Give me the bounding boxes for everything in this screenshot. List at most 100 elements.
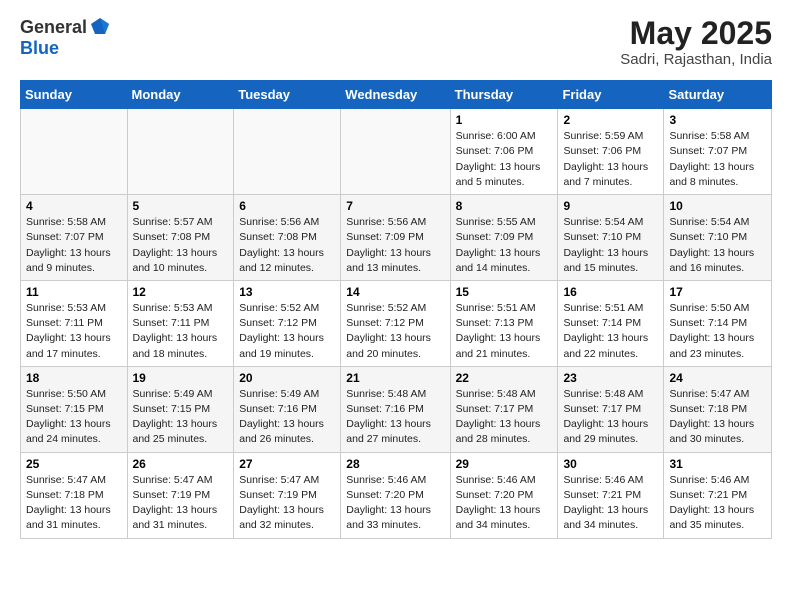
page: General Blue May 2025 Sadri, Rajasthan, … (0, 0, 792, 555)
calendar-table: SundayMondayTuesdayWednesdayThursdayFrid… (20, 80, 772, 538)
cell-details: Sunrise: 5:51 AM Sunset: 7:13 PM Dayligh… (456, 301, 553, 362)
cell-details: Sunrise: 5:53 AM Sunset: 7:11 PM Dayligh… (26, 301, 122, 362)
day-number: 29 (456, 457, 553, 471)
cell-details: Sunrise: 5:48 AM Sunset: 7:17 PM Dayligh… (563, 387, 658, 448)
cell-details: Sunrise: 5:46 AM Sunset: 7:20 PM Dayligh… (346, 473, 444, 534)
calendar-cell: 1 Sunrise: 6:00 AM Sunset: 7:06 PM Daylig… (450, 109, 558, 195)
cell-details: Sunrise: 5:58 AM Sunset: 7:07 PM Dayligh… (669, 129, 766, 190)
logo-general-text: General (20, 17, 87, 38)
day-number: 25 (26, 457, 122, 471)
day-number: 17 (669, 285, 766, 299)
calendar-cell: 25 Sunrise: 5:47 AM Sunset: 7:18 PM Dayli… (21, 452, 128, 538)
col-header-saturday: Saturday (664, 81, 772, 109)
calendar-cell: 30 Sunrise: 5:46 AM Sunset: 7:21 PM Dayli… (558, 452, 664, 538)
cell-details: Sunrise: 5:52 AM Sunset: 7:12 PM Dayligh… (346, 301, 444, 362)
day-number: 19 (133, 371, 229, 385)
day-number: 24 (669, 371, 766, 385)
calendar-cell (127, 109, 234, 195)
col-header-wednesday: Wednesday (341, 81, 450, 109)
cell-details: Sunrise: 5:53 AM Sunset: 7:11 PM Dayligh… (133, 301, 229, 362)
calendar-cell: 12 Sunrise: 5:53 AM Sunset: 7:11 PM Dayli… (127, 280, 234, 366)
calendar-cell: 13 Sunrise: 5:52 AM Sunset: 7:12 PM Dayli… (234, 280, 341, 366)
calendar-cell: 24 Sunrise: 5:47 AM Sunset: 7:18 PM Dayli… (664, 366, 772, 452)
location-subtitle: Sadri, Rajasthan, India (620, 51, 772, 68)
day-number: 11 (26, 285, 122, 299)
calendar-cell: 5Sunrise: 5:57 AM Sunset: 7:08 PM Daylig… (127, 195, 234, 281)
calendar-cell: 16Sunrise: 5:51 AM Sunset: 7:14 PM Dayli… (558, 280, 664, 366)
week-row-5: 25 Sunrise: 5:47 AM Sunset: 7:18 PM Dayli… (21, 452, 772, 538)
cell-details: Sunrise: 5:46 AM Sunset: 7:21 PM Dayligh… (669, 473, 766, 534)
calendar-cell: 20Sunrise: 5:49 AM Sunset: 7:16 PM Dayli… (234, 366, 341, 452)
day-number: 21 (346, 371, 444, 385)
calendar-cell: 28 Sunrise: 5:46 AM Sunset: 7:20 PM Dayli… (341, 452, 450, 538)
day-number: 3 (669, 113, 766, 127)
calendar-cell: 14Sunrise: 5:52 AM Sunset: 7:12 PM Dayli… (341, 280, 450, 366)
day-number: 8 (456, 199, 553, 213)
logo: General Blue (20, 16, 111, 59)
day-number: 10 (669, 199, 766, 213)
calendar-cell: 17 Sunrise: 5:50 AM Sunset: 7:14 PM Dayli… (664, 280, 772, 366)
cell-details: Sunrise: 5:49 AM Sunset: 7:16 PM Dayligh… (239, 387, 335, 448)
calendar-cell: 9Sunrise: 5:54 AM Sunset: 7:10 PM Daylig… (558, 195, 664, 281)
logo-flag-icon (89, 16, 111, 38)
calendar-cell (341, 109, 450, 195)
cell-details: Sunrise: 5:55 AM Sunset: 7:09 PM Dayligh… (456, 215, 553, 276)
calendar-cell: 23 Sunrise: 5:48 AM Sunset: 7:17 PM Dayli… (558, 366, 664, 452)
day-number: 12 (133, 285, 229, 299)
day-number: 28 (346, 457, 444, 471)
cell-details: Sunrise: 5:46 AM Sunset: 7:20 PM Dayligh… (456, 473, 553, 534)
cell-details: Sunrise: 5:47 AM Sunset: 7:19 PM Dayligh… (239, 473, 335, 534)
day-number: 26 (133, 457, 229, 471)
day-number: 4 (26, 199, 122, 213)
day-number: 30 (563, 457, 658, 471)
cell-details: Sunrise: 5:47 AM Sunset: 7:19 PM Dayligh… (133, 473, 229, 534)
day-number: 1 (456, 113, 553, 127)
cell-details: Sunrise: 5:49 AM Sunset: 7:15 PM Dayligh… (133, 387, 229, 448)
cell-details: Sunrise: 5:47 AM Sunset: 7:18 PM Dayligh… (669, 387, 766, 448)
cell-details: Sunrise: 5:56 AM Sunset: 7:09 PM Dayligh… (346, 215, 444, 276)
calendar-cell: 21Sunrise: 5:48 AM Sunset: 7:16 PM Dayli… (341, 366, 450, 452)
cell-details: Sunrise: 5:48 AM Sunset: 7:17 PM Dayligh… (456, 387, 553, 448)
calendar-cell: 3 Sunrise: 5:58 AM Sunset: 7:07 PM Daylig… (664, 109, 772, 195)
calendar-cell: 15Sunrise: 5:51 AM Sunset: 7:13 PM Dayli… (450, 280, 558, 366)
col-header-tuesday: Tuesday (234, 81, 341, 109)
calendar-cell: 27 Sunrise: 5:47 AM Sunset: 7:19 PM Dayli… (234, 452, 341, 538)
page-header: General Blue May 2025 Sadri, Rajasthan, … (20, 16, 772, 68)
title-area: May 2025 Sadri, Rajasthan, India (620, 16, 772, 68)
week-row-1: 1 Sunrise: 6:00 AM Sunset: 7:06 PM Daylig… (21, 109, 772, 195)
day-number: 22 (456, 371, 553, 385)
calendar-cell: 31 Sunrise: 5:46 AM Sunset: 7:21 PM Dayli… (664, 452, 772, 538)
calendar-cell (234, 109, 341, 195)
day-number: 7 (346, 199, 444, 213)
cell-details: Sunrise: 5:50 AM Sunset: 7:15 PM Dayligh… (26, 387, 122, 448)
cell-details: Sunrise: 5:56 AM Sunset: 7:08 PM Dayligh… (239, 215, 335, 276)
day-number: 31 (669, 457, 766, 471)
calendar-cell: 10Sunrise: 5:54 AM Sunset: 7:10 PM Dayli… (664, 195, 772, 281)
calendar-cell: 18 Sunrise: 5:50 AM Sunset: 7:15 PM Dayli… (21, 366, 128, 452)
day-number: 5 (133, 199, 229, 213)
col-header-sunday: Sunday (21, 81, 128, 109)
calendar-cell: 4 Sunrise: 5:58 AM Sunset: 7:07 PM Daylig… (21, 195, 128, 281)
cell-details: Sunrise: 6:00 AM Sunset: 7:06 PM Dayligh… (456, 129, 553, 190)
week-row-2: 4 Sunrise: 5:58 AM Sunset: 7:07 PM Daylig… (21, 195, 772, 281)
calendar-cell (21, 109, 128, 195)
day-number: 13 (239, 285, 335, 299)
logo-blue-text: Blue (20, 38, 59, 58)
cell-details: Sunrise: 5:58 AM Sunset: 7:07 PM Dayligh… (26, 215, 122, 276)
cell-details: Sunrise: 5:50 AM Sunset: 7:14 PM Dayligh… (669, 301, 766, 362)
day-number: 27 (239, 457, 335, 471)
calendar-cell: 26 Sunrise: 5:47 AM Sunset: 7:19 PM Dayli… (127, 452, 234, 538)
calendar-cell: 8 Sunrise: 5:55 AM Sunset: 7:09 PM Daylig… (450, 195, 558, 281)
cell-details: Sunrise: 5:46 AM Sunset: 7:21 PM Dayligh… (563, 473, 658, 534)
col-header-thursday: Thursday (450, 81, 558, 109)
month-title: May 2025 (620, 16, 772, 51)
day-number: 18 (26, 371, 122, 385)
cell-details: Sunrise: 5:54 AM Sunset: 7:10 PM Dayligh… (563, 215, 658, 276)
calendar-cell: 29 Sunrise: 5:46 AM Sunset: 7:20 PM Dayli… (450, 452, 558, 538)
cell-details: Sunrise: 5:47 AM Sunset: 7:18 PM Dayligh… (26, 473, 122, 534)
calendar-cell: 2Sunrise: 5:59 AM Sunset: 7:06 PM Daylig… (558, 109, 664, 195)
day-number: 16 (563, 285, 658, 299)
cell-details: Sunrise: 5:52 AM Sunset: 7:12 PM Dayligh… (239, 301, 335, 362)
calendar-header-row: SundayMondayTuesdayWednesdayThursdayFrid… (21, 81, 772, 109)
day-number: 23 (563, 371, 658, 385)
